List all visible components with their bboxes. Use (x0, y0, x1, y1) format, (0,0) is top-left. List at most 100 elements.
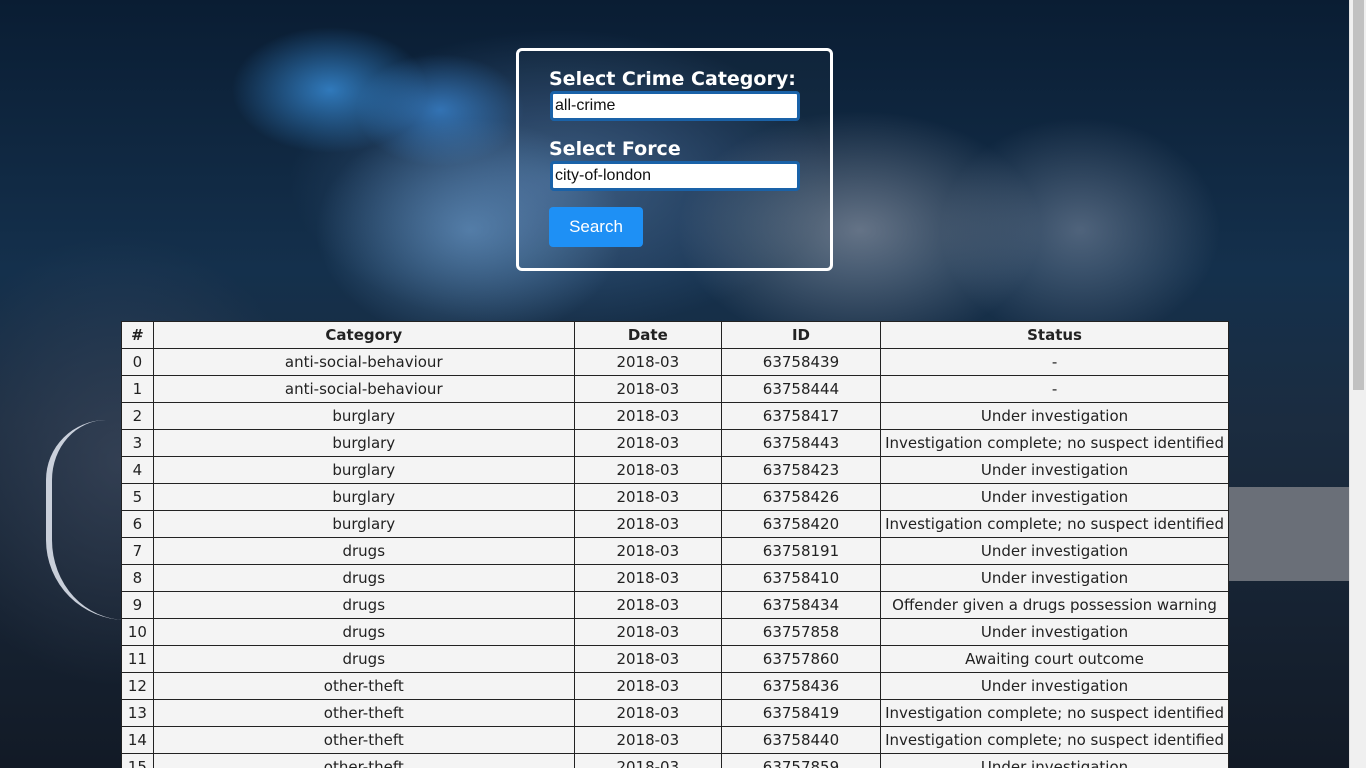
header-status: Status (880, 321, 1229, 349)
row-category: drugs (152, 618, 575, 646)
table-body: 0 anti-social-behaviour 2018-03 63758439-1 a… (121, 348, 1229, 768)
row-status: Under investigation (880, 456, 1229, 484)
page-scrollbar[interactable] (1349, 0, 1366, 768)
row-date: 2018-03 (573, 645, 722, 673)
header-number: # (121, 321, 154, 349)
row-status: Investigation complete; no suspect ident… (880, 699, 1229, 727)
table-row: 12 other-theft 2018-03 63758436 Under invest… (121, 672, 1229, 700)
row-number: 6 (121, 510, 154, 538)
row-category: drugs (152, 537, 575, 565)
table-row: 13 other-theft 2018-03 63758419 Investigatio… (121, 699, 1229, 727)
row-id: 63758420 (720, 510, 882, 538)
row-number: 15 (121, 753, 154, 768)
row-category: burglary (152, 510, 575, 538)
row-category: anti-social-behaviour (152, 375, 575, 403)
row-number: 10 (121, 618, 154, 646)
row-number: 2 (121, 402, 154, 430)
table-row: 2 burglary 2018-03 63758417 Under investigat… (121, 402, 1229, 430)
row-status: Under investigation (880, 402, 1229, 430)
row-id: 63758443 (720, 429, 882, 457)
crime-category-input[interactable] (550, 91, 800, 121)
row-date: 2018-03 (573, 564, 722, 592)
table-row: 10 drugs 2018-03 63757858 Under investigatio… (121, 618, 1229, 646)
row-category: drugs (152, 591, 575, 619)
row-id: 63757858 (720, 618, 882, 646)
table-header-row: # Category Date ID Status (121, 321, 1229, 349)
search-form: Select Crime Category: Select Force Sear… (516, 48, 833, 271)
row-number: 0 (121, 348, 154, 376)
row-date: 2018-03 (573, 726, 722, 754)
table-row: 1 anti-social-behaviour 2018-03 63758444- (121, 375, 1229, 403)
table-row: 4 burglary 2018-03 63758423 Under investigat… (121, 456, 1229, 484)
row-category: burglary (152, 429, 575, 457)
row-date: 2018-03 (573, 699, 722, 727)
force-input[interactable] (550, 161, 800, 191)
row-id: 63758434 (720, 591, 882, 619)
scrollbar-thumb[interactable] (1353, 0, 1364, 390)
header-date: Date (573, 321, 722, 349)
row-category: drugs (152, 645, 575, 673)
row-category: drugs (152, 564, 575, 592)
table-row: 5 burglary 2018-03 63758426 Under investigat… (121, 483, 1229, 511)
row-date: 2018-03 (573, 348, 722, 376)
table-row: 6 burglary 2018-03 63758420 Investigation co… (121, 510, 1229, 538)
table-row: 3 burglary 2018-03 63758443 Investigation co… (121, 429, 1229, 457)
row-id: 63758410 (720, 564, 882, 592)
row-id: 63758436 (720, 672, 882, 700)
table-row: 11 drugs 2018-03 63757860 Awaiting court out… (121, 645, 1229, 673)
row-date: 2018-03 (573, 402, 722, 430)
row-category: other-theft (152, 672, 575, 700)
row-status: - (880, 375, 1229, 403)
row-status: Under investigation (880, 672, 1229, 700)
header-id: ID (720, 321, 882, 349)
row-status: Awaiting court outcome (880, 645, 1229, 673)
row-category: burglary (152, 402, 575, 430)
row-status: Under investigation (880, 564, 1229, 592)
row-number: 14 (121, 726, 154, 754)
row-status: Investigation complete; no suspect ident… (880, 510, 1229, 538)
row-date: 2018-03 (573, 483, 722, 511)
row-category: other-theft (152, 699, 575, 727)
results-table: # Category Date ID Status 0 anti-social-b… (121, 321, 1229, 768)
row-status: Under investigation (880, 483, 1229, 511)
table-row: 7 drugs 2018-03 63758191 Under investigation (121, 537, 1229, 565)
row-number: 1 (121, 375, 154, 403)
row-id: 63758440 (720, 726, 882, 754)
row-status: Investigation complete; no suspect ident… (880, 726, 1229, 754)
force-label: Select Force (549, 138, 681, 160)
row-id: 63757859 (720, 753, 882, 768)
search-button[interactable]: Search (549, 207, 643, 247)
row-number: 12 (121, 672, 154, 700)
row-id: 63758439 (720, 348, 882, 376)
row-date: 2018-03 (573, 672, 722, 700)
row-number: 13 (121, 699, 154, 727)
row-number: 9 (121, 591, 154, 619)
row-category: other-theft (152, 726, 575, 754)
crime-category-label: Select Crime Category: (549, 68, 796, 90)
background-band (1228, 487, 1350, 581)
row-date: 2018-03 (573, 537, 722, 565)
row-number: 5 (121, 483, 154, 511)
table-row: 9 drugs 2018-03 63758434 Offender given a dr… (121, 591, 1229, 619)
row-number: 7 (121, 537, 154, 565)
row-date: 2018-03 (573, 510, 722, 538)
row-status: - (880, 348, 1229, 376)
row-number: 4 (121, 456, 154, 484)
row-date: 2018-03 (573, 429, 722, 457)
row-number: 3 (121, 429, 154, 457)
row-status: Under investigation (880, 537, 1229, 565)
row-category: burglary (152, 456, 575, 484)
row-id: 63758444 (720, 375, 882, 403)
row-status: Under investigation (880, 753, 1229, 768)
row-category: other-theft (152, 753, 575, 768)
row-date: 2018-03 (573, 456, 722, 484)
table-row: 14 other-theft 2018-03 63758440 Investigatio… (121, 726, 1229, 754)
row-number: 8 (121, 564, 154, 592)
row-number: 11 (121, 645, 154, 673)
row-id: 63758419 (720, 699, 882, 727)
row-id: 63758426 (720, 483, 882, 511)
row-date: 2018-03 (573, 753, 722, 768)
row-status: Under investigation (880, 618, 1229, 646)
row-category: anti-social-behaviour (152, 348, 575, 376)
header-category: Category (152, 321, 575, 349)
